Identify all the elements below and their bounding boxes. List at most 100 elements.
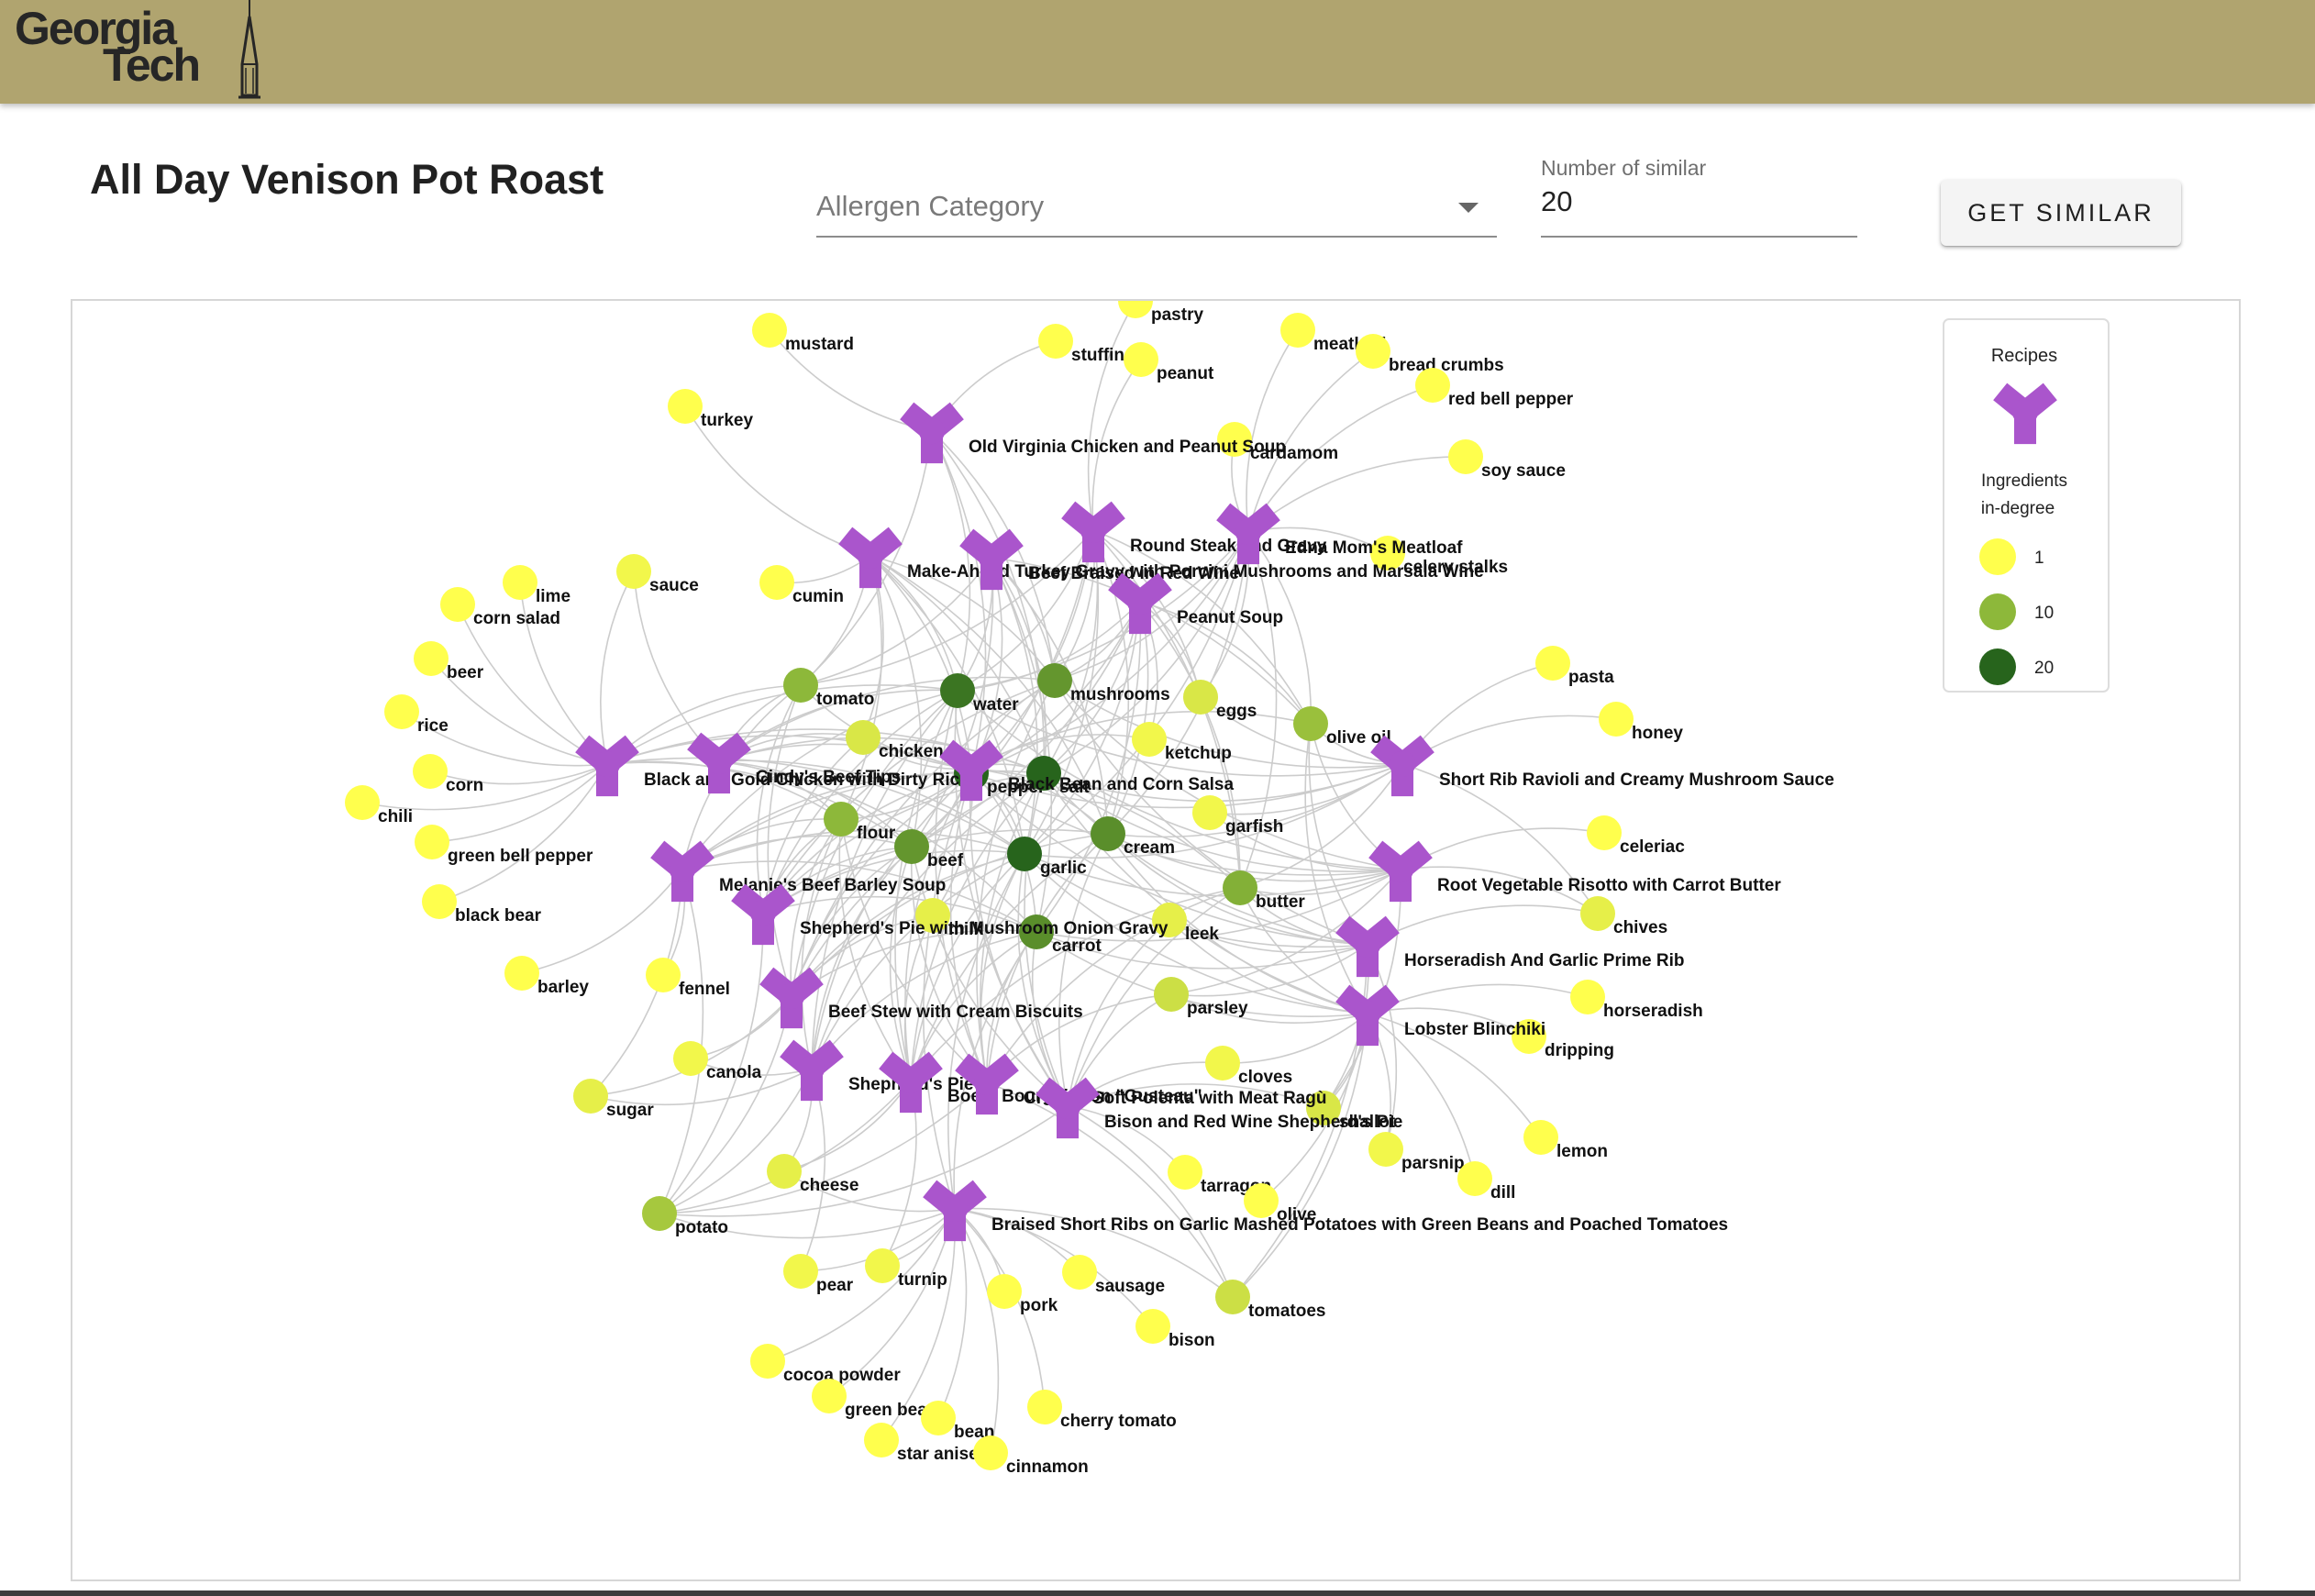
ingredient-dot[interactable]	[1062, 1255, 1097, 1290]
ingredient-dot[interactable]	[673, 1041, 708, 1076]
ingredient-node-pork[interactable]: pork	[987, 1274, 1058, 1315]
ingredient-node-soy-sauce[interactable]: soy sauce	[1448, 439, 1566, 481]
ingredient-node-pasta[interactable]: pasta	[1535, 646, 1614, 687]
ingredient-dot[interactable]	[767, 1154, 802, 1189]
ingredient-node-bean[interactable]: bean	[921, 1401, 994, 1442]
ingredient-dot[interactable]	[1118, 301, 1153, 318]
ingredient-dot[interactable]	[1580, 896, 1615, 931]
ingredient-dot[interactable]	[1448, 439, 1483, 474]
ingredient-dot[interactable]	[1570, 980, 1605, 1014]
ingredient-dot[interactable]	[1415, 368, 1450, 403]
ingredient-dot[interactable]	[414, 641, 449, 676]
ingredient-node-fennel[interactable]: fennel	[646, 958, 730, 999]
ingredient-node-eggs[interactable]: eggs	[1183, 680, 1257, 721]
ingredient-node-turkey[interactable]: turkey	[668, 389, 753, 430]
ingredient-node-horseradish[interactable]: horseradish	[1570, 980, 1703, 1021]
ingredient-dot[interactable]	[1599, 702, 1634, 737]
ingredient-dot[interactable]	[384, 694, 419, 729]
recipe-tri-icon[interactable]	[1061, 501, 1125, 563]
ingredient-node-butter[interactable]: butter	[1223, 870, 1305, 912]
recipe-node-braised-short-ribs-on-garlic-mashed-potatoes-with-green-beans-and-poached-tomatoes[interactable]: Braised Short Ribs on Garlic Mashed Pota…	[923, 1180, 1728, 1242]
ingredient-dot[interactable]	[413, 754, 448, 789]
ingredient-dot[interactable]	[1205, 1046, 1240, 1081]
ingredient-node-sauce[interactable]: sauce	[616, 554, 699, 595]
ingredient-dot[interactable]	[1368, 1132, 1403, 1167]
ingredient-dot[interactable]	[1007, 837, 1042, 871]
recipe-node-old-virginia-chicken-and-peanut-soup[interactable]: Old Virginia Chicken and Peanut Soup	[900, 402, 1286, 464]
ingredient-dot[interactable]	[503, 565, 537, 600]
ingredient-node-pastry[interactable]: pastry	[1118, 301, 1203, 325]
ingredient-dot[interactable]	[1132, 722, 1167, 757]
ingredient-dot[interactable]	[752, 313, 787, 348]
ingredient-dot[interactable]	[1223, 870, 1257, 905]
ingredient-dot[interactable]	[504, 956, 539, 991]
ingredient-node-green-bell-pepper[interactable]: green bell pepper	[415, 825, 593, 866]
ingredient-node-dill[interactable]: dill	[1457, 1161, 1515, 1203]
ingredient-dot[interactable]	[1183, 680, 1218, 715]
ingredient-node-black-bear[interactable]: black bear	[422, 884, 542, 925]
ingredient-dot[interactable]	[1192, 795, 1227, 830]
ingredient-dot[interactable]	[642, 1196, 677, 1231]
ingredient-node-beer[interactable]: beer	[414, 641, 484, 682]
recipe-node-short-rib-ravioli-and-creamy-mushroom-sauce[interactable]: Short Rib Ravioli and Creamy Mushroom Sa…	[1370, 735, 1834, 797]
ingredient-dot[interactable]	[824, 802, 858, 837]
recipe-node-root-vegetable-risotto-with-carrot-butter[interactable]: Root Vegetable Risotto with Carrot Butte…	[1368, 840, 1782, 903]
ingredient-dot[interactable]	[1215, 1280, 1250, 1314]
recipe-tri-icon[interactable]	[731, 883, 795, 946]
recipe-tri-icon[interactable]	[650, 840, 714, 903]
ingredient-node-sugar[interactable]: sugar	[573, 1079, 654, 1120]
ingredient-node-cherry-tomato[interactable]: cherry tomato	[1027, 1390, 1177, 1431]
recipe-ingredient-graph[interactable]: pastrymustardstuffingpeanutmeatloafbread…	[72, 301, 2241, 1581]
ingredient-node-beef[interactable]: beef	[894, 829, 964, 870]
ingredient-dot[interactable]	[759, 565, 794, 600]
ingredient-dot[interactable]	[783, 1254, 818, 1289]
ingredient-dot[interactable]	[1244, 1183, 1279, 1218]
ingredient-dot[interactable]	[750, 1344, 785, 1379]
ingredient-dot[interactable]	[1124, 342, 1158, 377]
ingredient-dot[interactable]	[1038, 324, 1073, 359]
ingredient-node-mushrooms[interactable]: mushrooms	[1037, 663, 1170, 704]
ingredient-dot[interactable]	[1037, 663, 1072, 698]
ingredient-dot[interactable]	[1523, 1120, 1558, 1155]
ingredient-node-turnip[interactable]: turnip	[865, 1248, 947, 1290]
number-of-similar-input[interactable]	[1541, 185, 1857, 218]
ingredient-dot[interactable]	[846, 720, 881, 755]
ingredient-node-lemon[interactable]: lemon	[1523, 1120, 1608, 1161]
ingredient-node-barley[interactable]: barley	[504, 956, 589, 997]
ingredient-node-parsnip[interactable]: parsnip	[1368, 1132, 1465, 1173]
ingredient-dot[interactable]	[1091, 816, 1125, 851]
allergen-category-select[interactable]: Allergen Category	[816, 179, 1497, 238]
ingredient-node-garfish[interactable]: garfish	[1192, 795, 1283, 837]
ingredient-dot[interactable]	[1356, 334, 1390, 369]
ingredient-dot[interactable]	[616, 554, 651, 589]
ingredient-dot[interactable]	[440, 587, 475, 622]
ingredient-dot[interactable]	[987, 1274, 1022, 1309]
get-similar-button[interactable]: GET SIMILAR	[1941, 180, 2181, 246]
ingredient-dot[interactable]	[894, 829, 929, 864]
ingredient-dot[interactable]	[345, 785, 380, 820]
ingredient-node-cinnamon[interactable]: cinnamon	[973, 1435, 1089, 1477]
ingredient-node-tomatoes[interactable]: tomatoes	[1215, 1280, 1325, 1321]
ingredient-dot[interactable]	[1280, 313, 1315, 348]
ingredient-dot[interactable]	[1587, 815, 1622, 850]
ingredient-node-bison[interactable]: bison	[1135, 1309, 1215, 1350]
ingredient-node-chili[interactable]: chili	[345, 785, 413, 826]
ingredient-dot[interactable]	[921, 1401, 956, 1435]
ingredient-dot[interactable]	[812, 1379, 847, 1413]
ingredient-dot[interactable]	[1457, 1161, 1492, 1196]
ingredient-dot[interactable]	[940, 673, 975, 708]
ingredient-dot[interactable]	[415, 825, 449, 859]
recipe-node-lobster-blinchiki[interactable]: Lobster Blinchiki	[1335, 984, 1545, 1047]
ingredient-node-lime[interactable]: lime	[503, 565, 570, 606]
dropdown-arrow-icon[interactable]	[1458, 203, 1479, 213]
recipe-tri-icon[interactable]	[759, 967, 824, 1029]
ingredient-node-sausage[interactable]: sausage	[1062, 1255, 1165, 1296]
ingredient-dot[interactable]	[783, 668, 818, 703]
ingredient-dot[interactable]	[668, 389, 703, 424]
ingredient-dot[interactable]	[1168, 1155, 1202, 1190]
recipe-tri-icon[interactable]	[780, 1039, 844, 1102]
ingredient-node-honey[interactable]: honey	[1599, 702, 1683, 743]
recipe-node-peanut-soup[interactable]: Peanut Soup	[1108, 572, 1283, 635]
ingredient-dot[interactable]	[1154, 977, 1189, 1012]
ingredient-node-canola[interactable]: canola	[673, 1041, 762, 1082]
